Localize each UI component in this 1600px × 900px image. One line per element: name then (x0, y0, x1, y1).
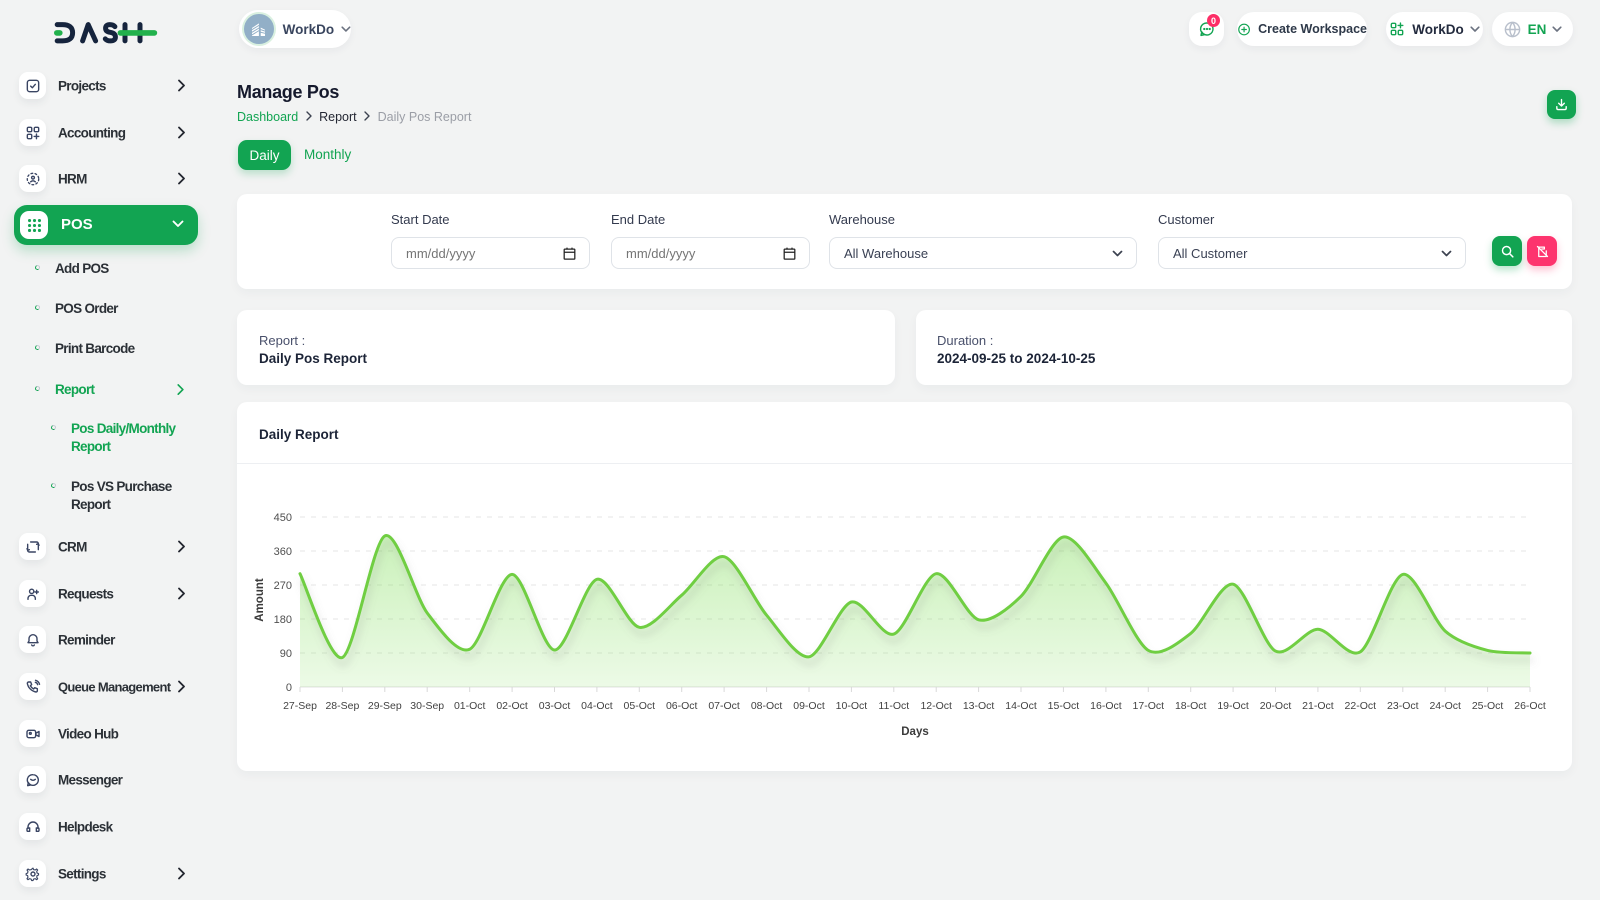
svg-text:15-Oct: 15-Oct (1048, 700, 1080, 712)
svg-text:14-Oct: 14-Oct (1005, 700, 1037, 712)
svg-text:16-Oct: 16-Oct (1090, 700, 1122, 712)
svg-text:06-Oct: 06-Oct (666, 700, 698, 712)
svg-text:19-Oct: 19-Oct (1217, 700, 1249, 712)
svg-text:04-Oct: 04-Oct (581, 700, 613, 712)
svg-text:28-Sep: 28-Sep (325, 700, 359, 712)
svg-text:23-Oct: 23-Oct (1387, 700, 1419, 712)
svg-text:360: 360 (274, 546, 292, 558)
svg-text:01-Oct: 01-Oct (454, 700, 486, 712)
svg-text:26-Oct: 26-Oct (1514, 700, 1546, 712)
svg-text:03-Oct: 03-Oct (539, 700, 571, 712)
svg-text:07-Oct: 07-Oct (708, 700, 740, 712)
svg-text:08-Oct: 08-Oct (751, 700, 783, 712)
svg-text:30-Sep: 30-Sep (410, 700, 444, 712)
svg-text:90: 90 (280, 648, 292, 660)
svg-text:21-Oct: 21-Oct (1302, 700, 1334, 712)
svg-text:Amount: Amount (254, 578, 266, 622)
svg-text:09-Oct: 09-Oct (793, 700, 825, 712)
svg-text:10-Oct: 10-Oct (836, 700, 868, 712)
svg-text:180: 180 (274, 614, 292, 626)
svg-text:17-Oct: 17-Oct (1133, 700, 1165, 712)
svg-text:12-Oct: 12-Oct (920, 700, 952, 712)
svg-text:02-Oct: 02-Oct (496, 700, 528, 712)
svg-text:13-Oct: 13-Oct (963, 700, 995, 712)
svg-text:450: 450 (274, 512, 292, 524)
svg-text:29-Sep: 29-Sep (368, 700, 402, 712)
svg-text:27-Sep: 27-Sep (283, 700, 317, 712)
svg-text:11-Oct: 11-Oct (878, 700, 909, 712)
svg-text:25-Oct: 25-Oct (1472, 700, 1504, 712)
svg-text:22-Oct: 22-Oct (1345, 700, 1377, 712)
svg-text:20-Oct: 20-Oct (1260, 700, 1292, 712)
svg-text:Days: Days (901, 726, 929, 738)
svg-text:24-Oct: 24-Oct (1429, 700, 1461, 712)
svg-text:18-Oct: 18-Oct (1175, 700, 1207, 712)
svg-text:05-Oct: 05-Oct (624, 700, 656, 712)
svg-text:270: 270 (274, 580, 292, 592)
svg-text:0: 0 (286, 682, 292, 694)
